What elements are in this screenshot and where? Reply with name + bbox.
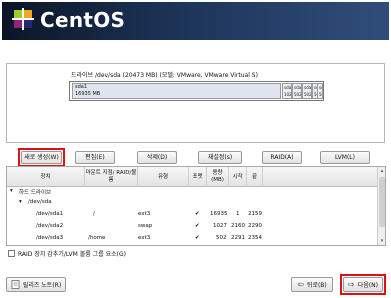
row-start: 1 [236, 211, 240, 217]
table-header: 장치 마운트 지점/ RAID/볼륨 유형 포맷 용량 (MB) 시작 끝 [7, 167, 379, 187]
row-size: 502 [216, 235, 227, 241]
segment-name: sda3 [294, 85, 302, 90]
checkmark-icon: ✔ [195, 211, 200, 217]
segment-name: sda5 [304, 85, 312, 90]
back-button[interactable]: ⇦ 뒤로(B) [291, 277, 333, 292]
row-start: 2291 [231, 235, 245, 241]
drive-panel: 드라이브 /dev/sda (20473 MB) (모델: VMware, VM… [6, 63, 385, 143]
row-device: /dev/sda3 [36, 235, 64, 241]
segment-size: 1027 [284, 92, 292, 97]
drive-bar: sda1 16935 MB sda2 1027 sda3 502 sda5 50… [69, 81, 324, 101]
back-label: 뒤로(B) [306, 282, 327, 289]
hide-raid-lvm-label: RAID 장치 감추기/LVM 볼륨 그룹 요소(G) [18, 251, 126, 258]
partition-segment-sda5[interactable]: sda5 502 [302, 83, 312, 99]
row-mount: / [93, 211, 95, 217]
row-start: 2160 [231, 223, 245, 229]
lvm-button[interactable]: LVM(L) [320, 151, 370, 164]
arrow-left-icon: ⇦ [297, 280, 304, 289]
partition-segment-sda2[interactable]: sda2 1027 [282, 83, 292, 99]
reset-button[interactable]: 재설정(s) [198, 151, 242, 164]
partition-table: 장치 마운트 지점/ RAID/볼륨 유형 포맷 용량 (MB) 시작 끝 ▾ … [6, 166, 386, 246]
raid-button[interactable]: RAID(A) [262, 151, 302, 164]
partition-segment-sda1[interactable]: sda1 16935 MB [72, 83, 281, 99]
expander-down-icon[interactable]: ▾ [19, 199, 22, 205]
column-header-format[interactable]: 포맷 [189, 167, 207, 187]
disk-label: /dev/sda [28, 199, 52, 205]
scroll-down-icon[interactable]: ▾ [379, 238, 385, 244]
segment-size: 502 [294, 92, 302, 97]
column-header-type[interactable]: 유형 [138, 167, 189, 187]
row-end: 2290 [248, 223, 262, 229]
release-notes-button[interactable]: 릴리즈 노트(R) [6, 277, 66, 292]
header-banner: CentOS [2, 2, 389, 40]
column-header-start[interactable]: 시작 [229, 167, 247, 187]
centos-logo-icon [12, 8, 34, 30]
scrollbar-thumb[interactable] [379, 177, 385, 227]
release-notes-label: 릴리즈 노트(R) [22, 282, 62, 289]
partition-segment-sda7[interactable]: sda7 502 [317, 83, 323, 99]
row-device: /dev/sda2 [36, 223, 64, 229]
hide-raid-lvm-option[interactable]: RAID 장치 감추기/LVM 볼륨 그룹 요소(G) [8, 249, 126, 258]
row-type: ext3 [138, 235, 151, 241]
row-size: 1027 [213, 223, 227, 229]
drive-title: 드라이브 /dev/sda (20473 MB) (모델: VMware, VM… [71, 72, 258, 79]
vertical-scrollbar[interactable]: ▴ ▾ [377, 167, 385, 245]
segment-size: 502 [319, 92, 322, 97]
brand-title: CentOS [40, 8, 126, 32]
notes-icon [11, 280, 20, 289]
row-type: ext3 [138, 211, 151, 217]
column-header-end[interactable]: 끝 [247, 167, 263, 187]
row-type: swap [138, 223, 153, 229]
edit-button[interactable]: 편집(E) [75, 151, 115, 164]
row-size: 16935 [210, 211, 228, 217]
row-end: 2159 [248, 211, 262, 217]
checkmark-icon: ✔ [195, 235, 200, 241]
column-header-filler [263, 167, 379, 187]
group-label-hard-drives: 하드 드라이브 [19, 190, 52, 196]
scroll-up-icon[interactable]: ▴ [379, 168, 385, 174]
hide-raid-lvm-checkbox[interactable] [8, 250, 15, 257]
column-header-device[interactable]: 장치 [7, 167, 85, 187]
segment-name: sda1 [75, 84, 88, 90]
expander-down-icon[interactable]: ▾ [10, 188, 13, 194]
highlight-box [340, 274, 386, 295]
segment-name: sda7 [319, 85, 322, 90]
column-header-size[interactable]: 용량 (MB) [207, 167, 229, 187]
partition-segment-sda3[interactable]: sda3 502 [292, 83, 302, 99]
delete-button[interactable]: 삭제(D) [137, 151, 177, 164]
segment-size: 16935 MB [75, 91, 101, 97]
segment-name: sda2 [284, 85, 292, 90]
highlight-box [18, 148, 65, 167]
row-end: 2354 [248, 235, 262, 241]
checkmark-icon: ✔ [195, 223, 200, 229]
column-header-mount[interactable]: 마운트 지점/ RAID/볼륨 [85, 167, 138, 187]
segment-size: 502 [304, 92, 312, 97]
row-device: /dev/sda1 [36, 211, 64, 217]
row-mount: /home [88, 235, 106, 241]
